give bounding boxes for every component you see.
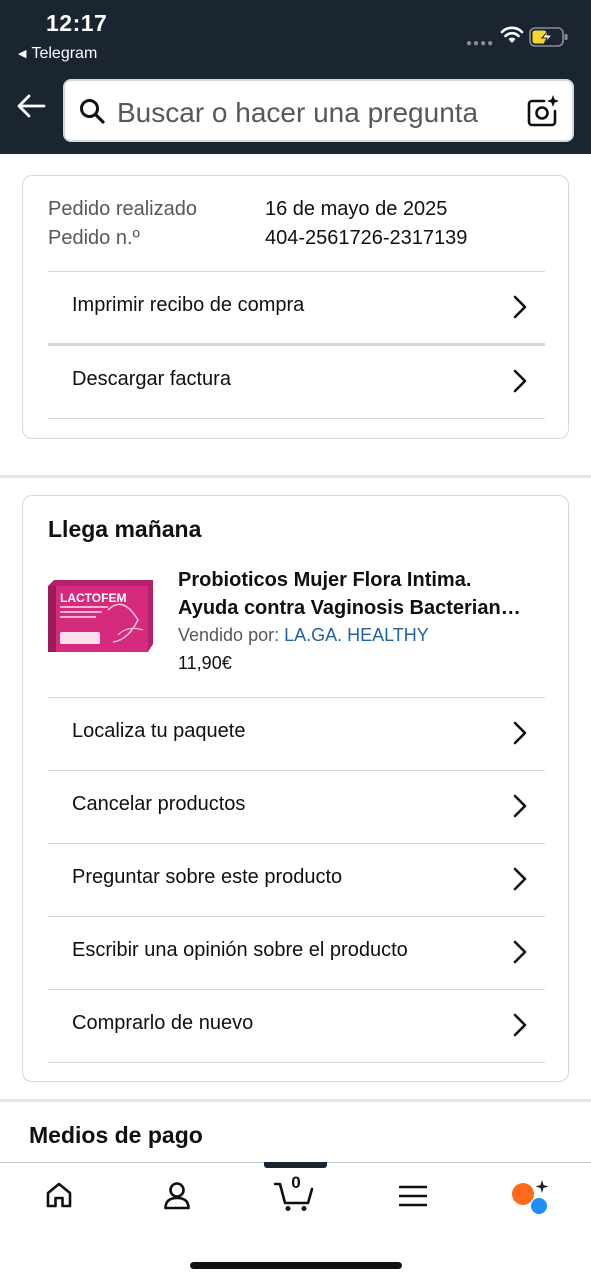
write-review-row[interactable]: Escribir una opinión sobre el producto <box>48 916 545 989</box>
order-number-label: Pedido n.º <box>48 227 140 249</box>
battery-icon <box>529 27 568 47</box>
sold-by: Vendido por: LA.GA. HEALTHY <box>178 625 429 646</box>
back-app-label: Telegram <box>31 45 98 62</box>
back-triangle-icon: ◀ <box>18 48 27 60</box>
download-invoice-row[interactable]: Descargar factura <box>48 343 545 416</box>
cart-button[interactable]: 0 <box>274 1173 316 1212</box>
divider <box>48 1062 545 1063</box>
row-label: Descargar factura <box>72 368 231 390</box>
row-label: Cancelar productos <box>72 793 246 815</box>
payment-methods-title: Medios de pago <box>29 1122 203 1148</box>
search-icon <box>80 99 105 124</box>
account-icon[interactable] <box>162 1180 192 1210</box>
order-date-value: 16 de mayo de 2025 <box>265 198 448 220</box>
product-image[interactable]: LACTOFEM <box>48 580 153 652</box>
back-arrow-icon[interactable] <box>16 94 46 118</box>
camera-search-icon[interactable] <box>526 94 560 128</box>
product-price: 11,90€ <box>178 653 232 673</box>
row-label: Escribir una opinión sobre el producto <box>72 939 408 961</box>
home-indicator <box>190 1262 402 1269</box>
cancel-items-row[interactable]: Cancelar productos <box>48 770 545 843</box>
ask-product-question-row[interactable]: Preguntar sobre este producto <box>48 843 545 916</box>
delivery-status-title: Llega mañana <box>48 516 202 542</box>
search-input[interactable]: Buscar o hacer una pregunta <box>117 97 478 129</box>
chevron-right-icon <box>513 721 527 745</box>
section-divider <box>0 1099 591 1102</box>
row-label: Localiza tu paquete <box>72 720 246 742</box>
row-label: Imprimir recibo de compra <box>72 294 305 316</box>
product-title-line2: Ayuda contra Vaginosis Bacterian… <box>178 597 521 619</box>
active-tab-indicator <box>264 1162 327 1168</box>
signal-icon: ●●●● <box>466 38 495 49</box>
chevron-right-icon <box>513 867 527 891</box>
section-divider <box>0 475 591 478</box>
wifi-icon <box>500 26 524 43</box>
back-to-app-link[interactable]: ◀ Telegram <box>18 45 97 63</box>
search-box[interactable]: Buscar o hacer una pregunta <box>63 79 574 142</box>
order-number-value: 404-2561726-2317139 <box>265 227 468 249</box>
print-receipt-row[interactable]: Imprimir recibo de compra <box>48 271 545 344</box>
sold-by-label: Vendido por: <box>178 625 285 645</box>
product-title-line1: Probioticos Mujer Flora Intima. <box>178 569 472 591</box>
home-icon[interactable] <box>44 1180 74 1210</box>
row-label: Preguntar sobre este producto <box>72 866 343 888</box>
menu-icon[interactable] <box>399 1184 427 1208</box>
order-summary-card: Pedido realizado 16 de mayo de 2025 Pedi… <box>22 175 569 439</box>
shipment-card: Llega mañana LACTOFEM Probioticos Mujer … <box>22 495 569 1082</box>
divider <box>48 418 545 419</box>
chevron-right-icon <box>513 794 527 818</box>
order-date-label: Pedido realizado <box>48 198 197 220</box>
product-image-brand: LACTOFEM <box>60 591 126 605</box>
buy-again-row[interactable]: Comprarlo de nuevo <box>48 989 545 1062</box>
chevron-right-icon <box>513 940 527 964</box>
product-title[interactable]: Probioticos Mujer Flora Intima. Ayuda co… <box>178 566 548 622</box>
cart-count: 0 <box>291 1173 301 1192</box>
chevron-right-icon <box>513 1013 527 1037</box>
chevron-right-icon <box>513 295 527 319</box>
app-header: 12:17 ◀ Telegram ●●●● Buscar o hacer una … <box>0 0 591 154</box>
status-time: 12:17 <box>46 10 108 36</box>
track-package-row[interactable]: Localiza tu paquete <box>48 697 545 770</box>
chevron-right-icon <box>513 369 527 393</box>
row-label: Comprarlo de nuevo <box>72 1012 254 1034</box>
seller-link[interactable]: LA.GA. HEALTHY <box>284 625 429 645</box>
rufus-assistant-icon[interactable] <box>510 1180 550 1216</box>
